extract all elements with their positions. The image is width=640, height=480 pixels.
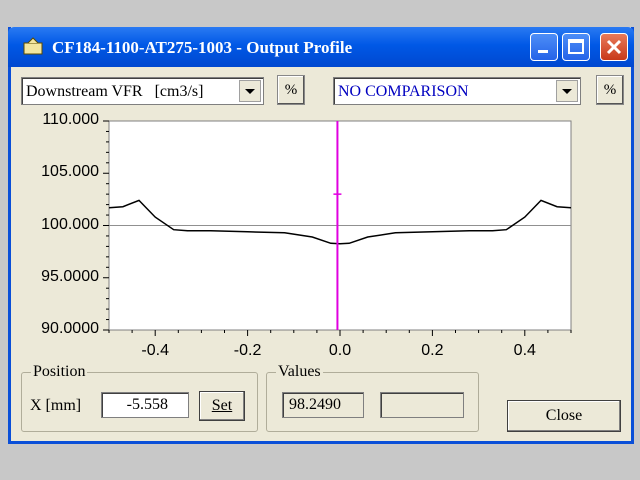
position-group-label: Position — [31, 363, 88, 381]
minimize-icon — [538, 50, 548, 53]
percent-toggle-1[interactable]: % — [277, 75, 305, 105]
close-icon — [606, 39, 622, 55]
x-position-label: X [mm] — [30, 397, 82, 414]
y-tick-label: 90.0000 — [41, 320, 99, 337]
values-group-label: Values — [276, 363, 323, 381]
close-button[interactable]: Close — [507, 400, 621, 432]
x-tick-label: -0.4 — [141, 342, 169, 359]
x-tick-label: -0.2 — [233, 342, 262, 359]
comparison-dropdown-arrow[interactable] — [556, 80, 578, 102]
y-tick-label: 105.000 — [41, 163, 99, 181]
y-tick-label: 95.0000 — [41, 267, 99, 285]
comparison-select-value: NO COMPARISON — [338, 83, 469, 100]
quantity-select-value: Downstream VFR [cm3/s] — [26, 83, 204, 100]
close-window-button[interactable] — [600, 33, 628, 61]
y-tick-label: 100.000 — [41, 215, 99, 233]
window-title: CF184-1100-AT275-1003 - Output Profile — [52, 38, 353, 57]
set-position-button[interactable]: Set — [199, 391, 245, 421]
app-icon — [22, 36, 44, 56]
chevron-down-icon — [562, 89, 572, 94]
y-tick-label: 110.000 — [42, 111, 99, 128]
percent-toggle-2[interactable]: % — [596, 75, 624, 105]
x-tick-label: 0.4 — [513, 342, 536, 359]
value-field-2 — [380, 392, 464, 418]
minimize-button[interactable] — [530, 33, 558, 61]
quantity-select[interactable]: Downstream VFR [cm3/s] — [21, 77, 264, 105]
x-position-input[interactable]: -5.558 — [101, 392, 189, 418]
value-field-1: 98.2490 — [282, 392, 364, 418]
x-tick-label: 0.0 — [328, 342, 352, 359]
quantity-dropdown-arrow[interactable] — [239, 80, 261, 102]
comparison-select[interactable]: NO COMPARISON — [333, 77, 581, 105]
maximize-button[interactable] — [562, 33, 590, 61]
x-tick-label: 0.2 — [421, 342, 444, 359]
set-position-button-label: Set — [211, 397, 233, 414]
title-bar[interactable]: CF184-1100-AT275-1003 - Output Profile — [8, 27, 634, 67]
maximize-icon — [568, 39, 584, 54]
chevron-down-icon — [245, 89, 255, 94]
